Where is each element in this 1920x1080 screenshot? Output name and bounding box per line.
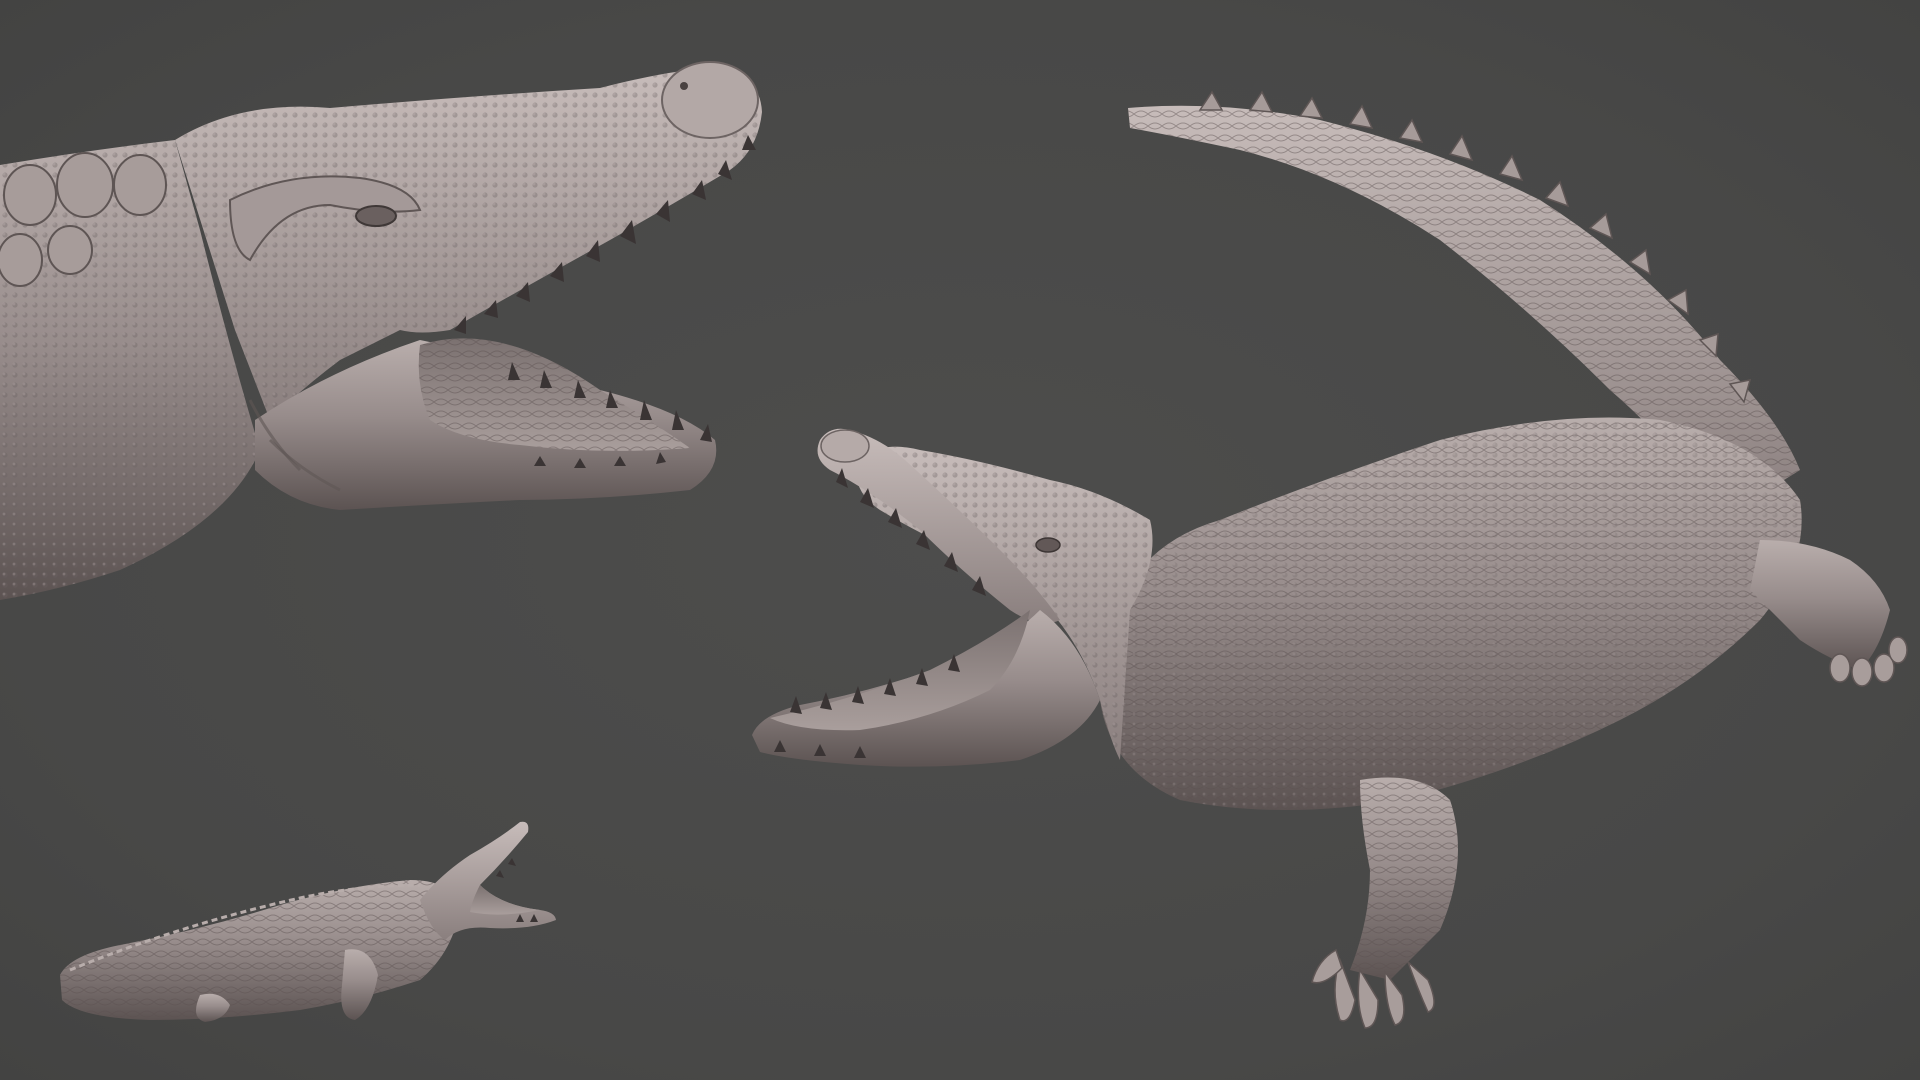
sculpt-scene <box>0 61 1908 1029</box>
head-closeup-view[interactable] <box>0 61 762 600</box>
head-closeup-nostril <box>661 61 759 139</box>
full-body-view[interactable] <box>752 90 1908 1029</box>
sculpt-viewport[interactable] <box>0 0 1920 1080</box>
thumbnail-head <box>420 821 556 940</box>
head-closeup-eye <box>355 205 397 227</box>
full-body-eye <box>1035 537 1061 553</box>
full-body-hind-leg <box>1750 540 1890 670</box>
thumbnail-view[interactable] <box>60 821 556 1022</box>
